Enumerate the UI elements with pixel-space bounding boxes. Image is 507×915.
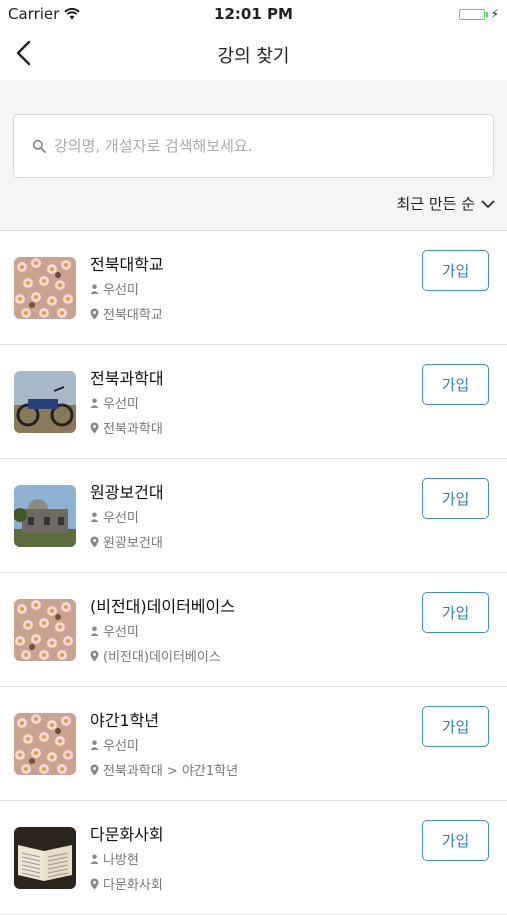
course-thumbnail — [14, 485, 76, 547]
course-location: 다문화사회 — [90, 874, 163, 893]
course-location: 전북과학대 — [90, 418, 163, 437]
owner-name: 우선미 — [103, 625, 139, 640]
location-pin-icon — [90, 650, 99, 661]
course-row[interactable]: 원광보건대 우선미 원광보건대 가입 — [0, 459, 507, 573]
course-name: 야간1학년 — [90, 711, 160, 730]
course-owner: 우선미 — [90, 507, 139, 526]
person-icon — [90, 284, 99, 294]
sort-label: 최근 만든 순 — [396, 195, 475, 213]
owner-name: 우선미 — [103, 283, 139, 298]
nav-bar: 강의 찾기 — [0, 28, 507, 80]
course-location: 전북대학교 — [90, 304, 163, 323]
join-button[interactable]: 가입 — [422, 820, 489, 861]
course-location: 전북과학대 > 야간1학년 — [90, 760, 238, 779]
course-row[interactable]: 전북과학대 우선미 전북과학대 가입 — [0, 345, 507, 459]
course-owner: 우선미 — [90, 393, 139, 412]
course-thumbnail — [14, 827, 76, 889]
page-title: 강의 찾기 — [217, 46, 290, 67]
owner-name: 우선미 — [103, 397, 139, 412]
course-list: 전북대학교 우선미 전북대학교 가입 전북과학대 우선미 전북과학대 가입 원광… — [0, 231, 507, 915]
course-owner: 우선미 — [90, 279, 139, 298]
course-owner: 우선미 — [90, 735, 139, 754]
join-button[interactable]: 가입 — [422, 250, 489, 291]
course-name: 전북대학교 — [90, 255, 164, 274]
course-owner: 우선미 — [90, 621, 139, 640]
status-bar: Carrier 12:01 PM ⚡ — [0, 0, 507, 28]
search-box[interactable] — [13, 114, 494, 178]
course-thumbnail — [14, 371, 76, 433]
owner-name: 우선미 — [103, 739, 139, 754]
location-pin-icon — [90, 308, 99, 319]
course-location: 원광보건대 — [90, 532, 163, 551]
course-thumbnail — [14, 599, 76, 661]
battery-icon: ⚡ — [458, 7, 499, 21]
course-name: (비전대)데이터베이스 — [90, 597, 235, 616]
join-button[interactable]: 가입 — [422, 706, 489, 747]
location-text: 원광보건대 — [103, 536, 163, 551]
course-name: 전북과학대 — [90, 369, 164, 388]
location-pin-icon — [90, 878, 99, 889]
person-icon — [90, 854, 99, 864]
person-icon — [90, 512, 99, 522]
course-row[interactable]: (비전대)데이터베이스 우선미 (비전대)데이터베이스 가입 — [0, 573, 507, 687]
join-button[interactable]: 가입 — [422, 364, 489, 405]
course-location: (비전대)데이터베이스 — [90, 646, 221, 665]
person-icon — [90, 398, 99, 408]
location-text: 전북대학교 — [103, 308, 163, 323]
clock: 12:01 PM — [214, 5, 293, 23]
location-text: (비전대)데이터베이스 — [103, 650, 221, 665]
chevron-down-icon — [481, 199, 495, 208]
owner-name: 우선미 — [103, 511, 139, 526]
location-text: 전북과학대 — [103, 422, 163, 437]
owner-name: 나방현 — [103, 853, 139, 868]
person-icon — [90, 740, 99, 750]
search-icon — [32, 139, 46, 153]
course-owner: 나방현 — [90, 849, 139, 868]
search-input[interactable] — [52, 136, 476, 156]
sort-dropdown[interactable]: 최근 만든 순 — [396, 193, 495, 214]
person-icon — [90, 626, 99, 636]
location-text: 다문화사회 — [103, 878, 163, 893]
course-thumbnail — [14, 713, 76, 775]
course-row[interactable]: 전북대학교 우선미 전북대학교 가입 — [0, 231, 507, 345]
location-pin-icon — [90, 536, 99, 547]
course-name: 다문화사회 — [90, 825, 164, 844]
course-row[interactable]: 다문화사회 나방현 다문화사회 가입 — [0, 801, 507, 915]
search-section: 최근 만든 순 — [0, 80, 507, 231]
location-pin-icon — [90, 422, 99, 433]
course-name: 원광보건대 — [90, 483, 164, 502]
join-button[interactable]: 가입 — [422, 592, 489, 633]
course-row[interactable]: 야간1학년 우선미 전북과학대 > 야간1학년 가입 — [0, 687, 507, 801]
location-pin-icon — [90, 764, 99, 775]
course-thumbnail — [14, 257, 76, 319]
location-text: 전북과학대 > 야간1학년 — [103, 764, 239, 779]
join-button[interactable]: 가입 — [422, 478, 489, 519]
